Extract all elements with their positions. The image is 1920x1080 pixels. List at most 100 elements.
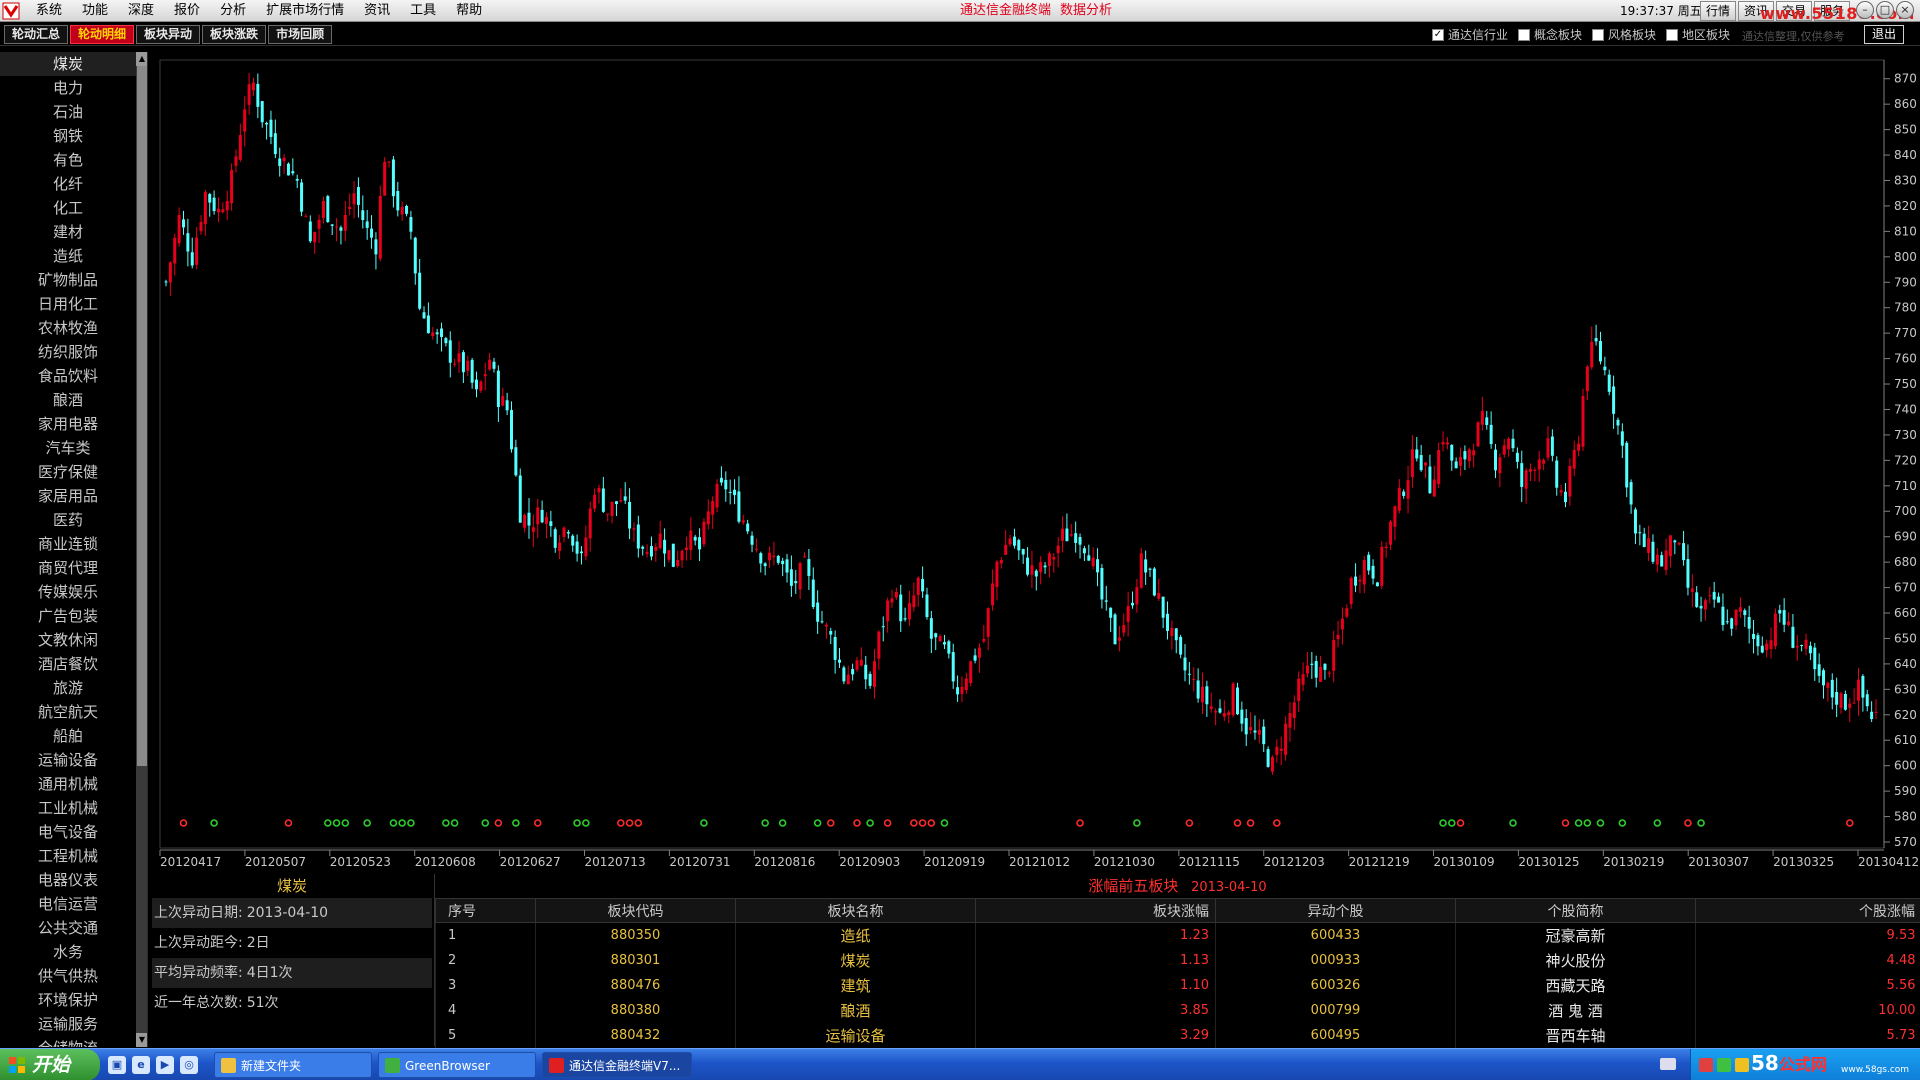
candle-body [816, 602, 820, 622]
candle-body [1861, 675, 1865, 698]
menu-item-5[interactable]: 扩展市场行情 [256, 0, 354, 22]
tray-app-icon[interactable] [1699, 1058, 1713, 1072]
globe-icon[interactable]: ◎ [180, 1056, 198, 1074]
tray-network-icon[interactable] [1717, 1058, 1731, 1072]
scroll-up-icon[interactable]: ▲ [136, 52, 147, 66]
table-row[interactable]: 5 880432 运输设备 3.29 600495 晋西车轴 5.73 [435, 1022, 1920, 1048]
sector-item[interactable]: 工业机械 [0, 796, 136, 820]
filter-1[interactable]: 概念板块 [1518, 26, 1582, 43]
table-cell: 5.56 [1695, 972, 1920, 998]
scroll-down-icon[interactable]: ▼ [136, 1033, 147, 1047]
sector-item[interactable]: 日用化工 [0, 292, 136, 316]
sector-item[interactable]: 商业连锁 [0, 532, 136, 556]
media-icon[interactable]: ▶ [156, 1056, 174, 1074]
table-row[interactable]: 3 880476 建筑 1.10 600326 西藏天路 5.56 [435, 972, 1920, 998]
sector-item[interactable]: 石油 [0, 100, 136, 124]
sector-item[interactable]: 航空航天 [0, 700, 136, 724]
candlestick-chart[interactable]: 570 580 590 600 610 620 630 640 650 660 670 680 690 7… [152, 52, 1920, 874]
sector-item[interactable]: 运输服务 [0, 1012, 136, 1036]
desktop-icon[interactable]: ▣ [108, 1056, 126, 1074]
tab-3[interactable]: 板块涨跌 [202, 25, 267, 44]
sector-item[interactable]: 电气设备 [0, 820, 136, 844]
sector-item[interactable]: 电信运营 [0, 892, 136, 916]
sector-item[interactable]: 仓储物流 [0, 1036, 136, 1047]
close-icon[interactable]: × [1896, 1, 1914, 19]
keyboard-icon[interactable] [1660, 1058, 1676, 1070]
menu-item-3[interactable]: 报价 [164, 0, 210, 22]
sector-item[interactable]: 矿物制品 [0, 268, 136, 292]
sector-item[interactable]: 家居用品 [0, 484, 136, 508]
filter-3[interactable]: 地区板块 [1666, 26, 1730, 43]
task-button-1[interactable]: GreenBrowser [378, 1052, 536, 1078]
sector-item[interactable]: 纺织服饰 [0, 340, 136, 364]
exit-button[interactable]: 退出 [1864, 25, 1905, 44]
start-button[interactable]: 开始 [0, 1049, 100, 1080]
sector-item[interactable]: 通用机械 [0, 772, 136, 796]
sector-item[interactable]: 家用电器 [0, 412, 136, 436]
filter-2[interactable]: 风格板块 [1592, 26, 1656, 43]
sector-item[interactable]: 电力 [0, 76, 136, 100]
sector-item[interactable]: 酒店餐饮 [0, 652, 136, 676]
sector-item[interactable]: 化工 [0, 196, 136, 220]
table-row[interactable]: 2 880301 煤炭 1.13 000933 神火股份 4.48 [435, 947, 1920, 973]
tab-0[interactable]: 轮动汇总 [4, 25, 69, 44]
task-button-2[interactable]: 通达信金融终端V7... [542, 1052, 692, 1078]
sector-item[interactable]: 商贸代理 [0, 556, 136, 580]
menu-item-0[interactable]: 系统 [26, 0, 72, 22]
checkbox[interactable] [1666, 28, 1679, 41]
sector-item[interactable]: 钢铁 [0, 124, 136, 148]
menu-item-6[interactable]: 资讯 [354, 0, 400, 22]
candle-body [1397, 487, 1401, 511]
sector-item[interactable]: 医药 [0, 508, 136, 532]
tray-volume-icon[interactable] [1735, 1058, 1749, 1072]
scrollbar-thumb[interactable] [137, 66, 147, 766]
candle-body [1096, 559, 1100, 573]
checkbox[interactable]: ✓ [1432, 28, 1444, 41]
menu-item-4[interactable]: 分析 [210, 0, 256, 22]
y-tick-label: 730 [1894, 428, 1917, 442]
sector-item[interactable]: 运输设备 [0, 748, 136, 772]
sector-item[interactable]: 工程机械 [0, 844, 136, 868]
tab-1[interactable]: 轮动明细 [70, 25, 135, 44]
sector-item[interactable]: 造纸 [0, 244, 136, 268]
table-row[interactable]: 1 880350 造纸 1.23 600433 冠豪高新 9.53 [435, 922, 1920, 948]
candle-body [1817, 664, 1821, 676]
sector-item[interactable]: 广告包装 [0, 604, 136, 628]
task-button-0[interactable]: 新建文件夹 [214, 1052, 372, 1078]
sector-item[interactable]: 传媒娱乐 [0, 580, 136, 604]
menu-item-7[interactable]: 工具 [400, 0, 446, 22]
sector-item[interactable]: 酿酒 [0, 388, 136, 412]
sector-item[interactable]: 环境保护 [0, 988, 136, 1012]
sector-item[interactable]: 食品饮料 [0, 364, 136, 388]
sector-item[interactable]: 电器仪表 [0, 868, 136, 892]
tab-2[interactable]: 板块异动 [136, 25, 201, 44]
sector-item[interactable]: 船舶 [0, 724, 136, 748]
sector-item[interactable]: 汽车类 [0, 436, 136, 460]
sector-item[interactable]: 农林牧渔 [0, 316, 136, 340]
sector-item[interactable]: 建材 [0, 220, 136, 244]
top-button-0[interactable]: 行情 [1700, 1, 1737, 21]
checkbox[interactable] [1518, 28, 1531, 41]
sector-item[interactable]: 旅游 [0, 676, 136, 700]
browser-icon[interactable]: e [132, 1056, 150, 1074]
sector-item[interactable]: 医疗保健 [0, 460, 136, 484]
filter-0[interactable]: ✓ 通达信行业 [1432, 26, 1508, 43]
sector-item[interactable]: 煤炭 [0, 52, 136, 76]
tab-4[interactable]: 市场回顾 [268, 25, 333, 44]
menu-item-8[interactable]: 帮助 [446, 0, 492, 22]
sector-item[interactable]: 水务 [0, 940, 136, 964]
sector-item[interactable]: 有色 [0, 148, 136, 172]
checkbox[interactable] [1592, 28, 1605, 41]
candle-body [1485, 417, 1489, 425]
candle-body [942, 642, 946, 645]
restore-icon[interactable]: □ [1876, 1, 1894, 19]
menu-item-1[interactable]: 功能 [72, 0, 118, 22]
menu-item-2[interactable]: 深度 [118, 0, 164, 22]
minimize-icon[interactable]: – [1856, 1, 1874, 19]
sector-item[interactable]: 化纤 [0, 172, 136, 196]
sector-item[interactable]: 供气供热 [0, 964, 136, 988]
sidebar-scrollbar[interactable]: ▲ ▼ [136, 52, 147, 1047]
sector-item[interactable]: 公共交通 [0, 916, 136, 940]
table-row[interactable]: 4 880380 酿酒 3.85 000799 酒 鬼 酒 10.00 [435, 997, 1920, 1023]
sector-item[interactable]: 文教休闲 [0, 628, 136, 652]
